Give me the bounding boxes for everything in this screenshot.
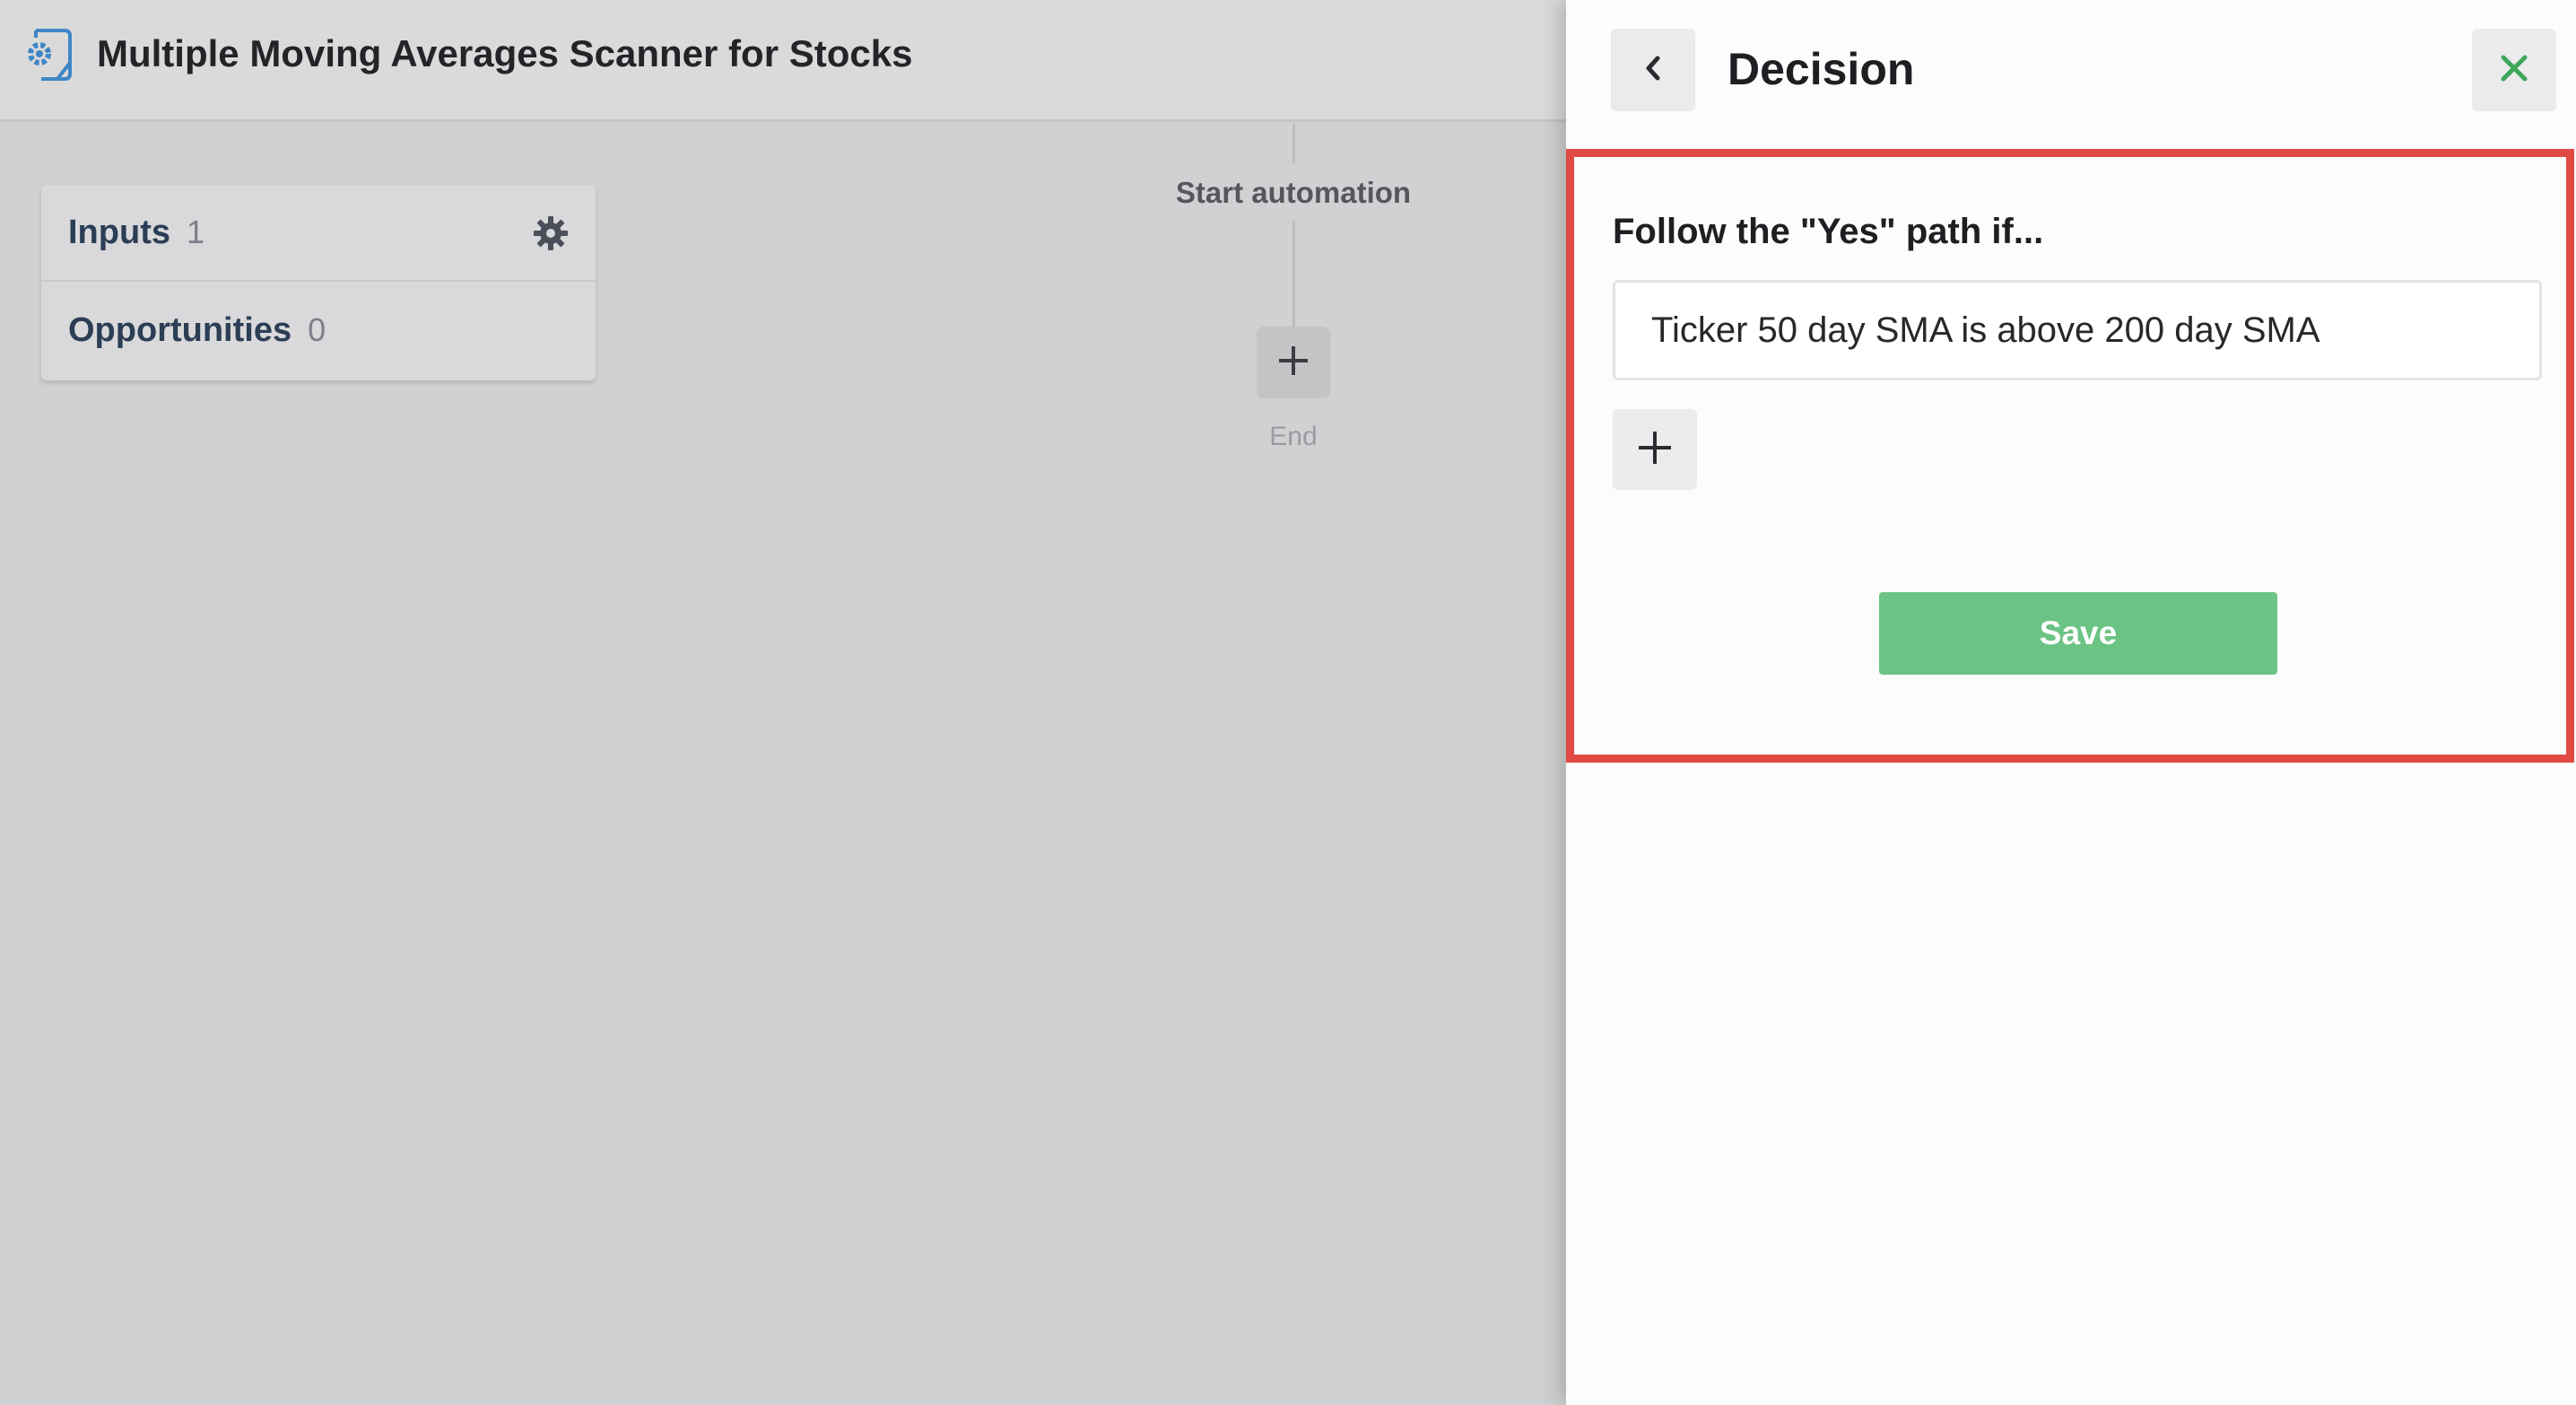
chevron-left-icon xyxy=(1641,55,1665,86)
condition-field[interactable]: Ticker 50 day SMA is above 200 day SMA xyxy=(1613,280,2542,380)
inputs-label: Inputs xyxy=(68,213,170,251)
add-step-button[interactable] xyxy=(1257,327,1330,398)
panel-title: Decision xyxy=(1727,44,1915,94)
opportunities-count: 0 xyxy=(308,311,326,348)
plus-icon xyxy=(1637,430,1673,470)
save-button[interactable]: Save xyxy=(1879,592,2277,675)
gear-icon[interactable] xyxy=(533,215,569,251)
inputs-card: Inputs 1 Opportunities 0 xyxy=(41,185,596,380)
back-button[interactable] xyxy=(1611,29,1695,111)
opportunities-row[interactable]: Opportunities 0 xyxy=(41,282,596,379)
decision-panel: Decision Follow the "Yes" path if... Tic… xyxy=(1566,0,2576,1405)
flow-connector-top xyxy=(1292,124,1295,163)
opportunities-label: Opportunities xyxy=(68,310,292,349)
start-automation-label: Start automation xyxy=(1175,176,1412,209)
top-bar: Multiple Moving Averages Scanner for Sto… xyxy=(0,0,1566,122)
flow-connector-bottom xyxy=(1292,221,1295,327)
inputs-row[interactable]: Inputs 1 xyxy=(41,185,596,282)
gear-document-icon xyxy=(23,27,74,83)
app-title: Multiple Moving Averages Scanner for Sto… xyxy=(97,32,913,74)
automation-canvas: Multiple Moving Averages Scanner for Sto… xyxy=(0,0,1566,1405)
add-condition-button[interactable] xyxy=(1613,409,1697,490)
close-icon xyxy=(2499,53,2529,88)
end-label: End xyxy=(1269,422,1318,451)
condition-heading: Follow the "Yes" path if... xyxy=(1613,212,2044,251)
inputs-count: 1 xyxy=(186,214,205,250)
plus-icon xyxy=(1277,345,1310,381)
close-button[interactable] xyxy=(2472,29,2556,111)
condition-value: Ticker 50 day SMA is above 200 day SMA xyxy=(1651,310,2320,350)
